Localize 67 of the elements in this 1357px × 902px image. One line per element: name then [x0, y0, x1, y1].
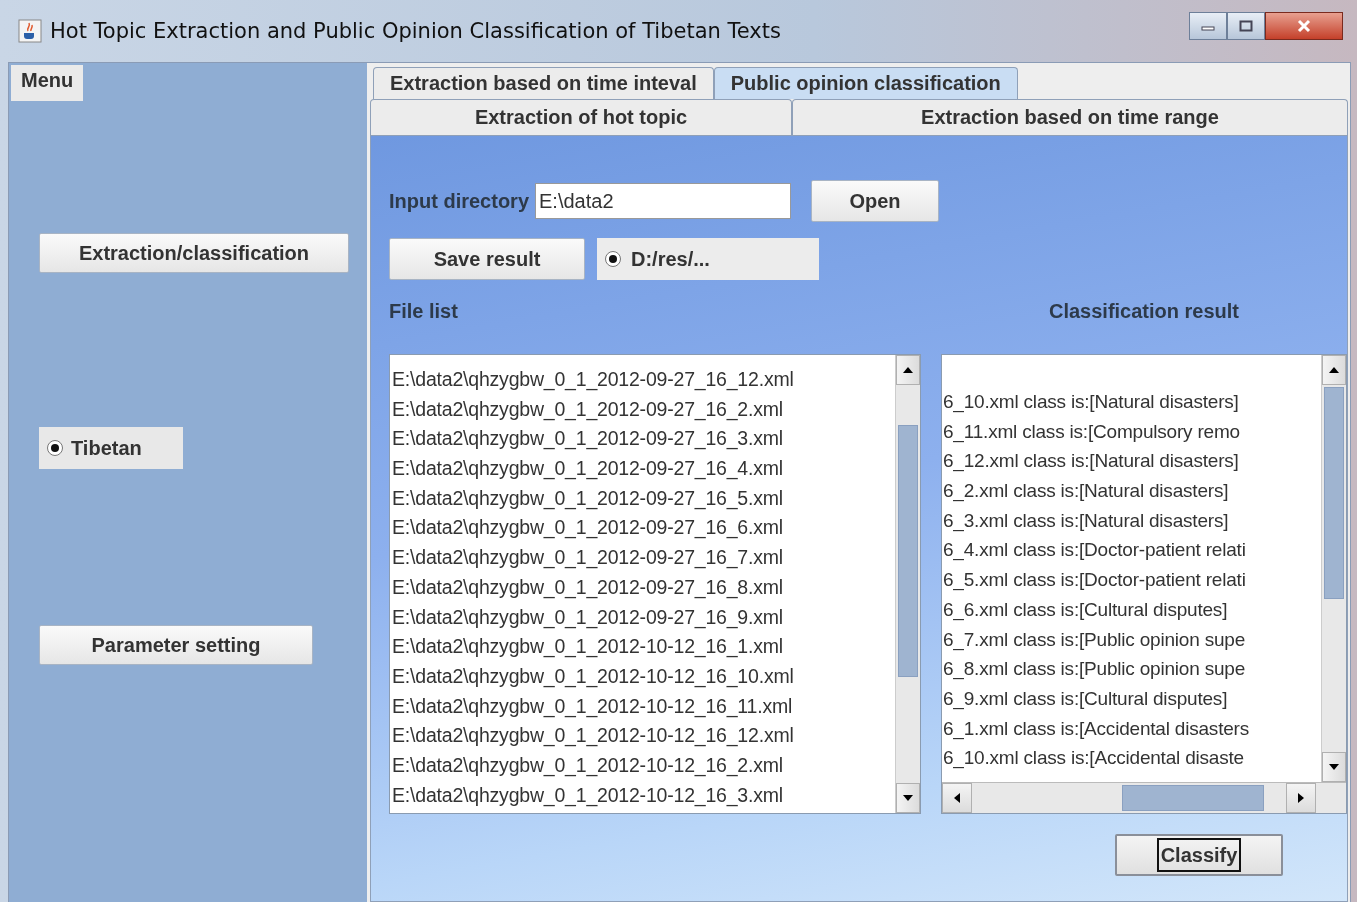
list-label: File list: [389, 300, 459, 324]
result-line: 6_10.xml class is:[Accidental disaste: [942, 746, 1245, 771]
maximize-icon: [1239, 20, 1253, 32]
classify-button[interactable]: Classify: [1115, 834, 1283, 876]
down-arrow-icon: [1328, 763, 1340, 771]
input-field[interactable]: E:\data2: [535, 183, 791, 219]
scroll-down-button[interactable]: [1322, 752, 1346, 782]
list-item[interactable]: E:\data2\qhzygbw_0_1_2012-09-27_16_12.xml: [390, 365, 895, 395]
open-button[interactable]: Open: [811, 180, 939, 222]
scroll-left-button[interactable]: [942, 783, 972, 813]
list-item[interactable]: E:\data2\qhzygbw_0_1_2012-09-27_16_7.xml: [390, 543, 895, 573]
result-line: 6_6.xml class is:[Cultural disputes]: [942, 597, 1229, 623]
list-item[interactable]: E:\data2\qhzygbw_0_1_2012-10-12_16_1.xml: [390, 632, 895, 662]
scrollbar[interactable]: [895, 355, 920, 813]
list-item[interactable]: E:\data2\qhzygbw_0_1_2012-10-12_16_2.xml: [390, 750, 895, 781]
sidebar-button[interactable]: Parameter setting: [39, 625, 313, 665]
result-line: 6_1.xml class is:[Accidental disasters: [942, 716, 1251, 742]
field-label: Input directory: [389, 189, 529, 213]
list-item[interactable]: E:\data2\qhzygbw_0_1_2012-10-12_16_11.xml: [390, 691, 895, 722]
tab[interactable]: Public opinion classification: [713, 67, 1018, 99]
result-line: 6_7.xml class is:[Public opinion supe: [942, 627, 1247, 653]
result-line: 6_5.xml class is:[Doctor-patient relati: [942, 568, 1247, 593]
save-button[interactable]: Save result: [389, 238, 585, 280]
result-line: 6_10.xml class is:[Natural disasters]: [942, 390, 1240, 415]
cup-icon: [18, 19, 42, 43]
tab[interactable]: Extraction based on time inteval: [373, 67, 714, 99]
scroll-thumb[interactable]: [1122, 785, 1264, 811]
scroll-up-button[interactable]: [896, 355, 920, 385]
close-button[interactable]: [1265, 12, 1343, 40]
right-arrow-icon: [1297, 792, 1305, 804]
result-line: 6_3.xml class is:[Natural disasters]: [942, 508, 1230, 534]
up-arrow-icon: [1328, 366, 1340, 374]
list-item[interactable]: E:\data2\qhzygbw_0_1_2012-09-27_16_8.xml: [390, 572, 895, 603]
scroll-right-button[interactable]: [1286, 783, 1316, 813]
list-item[interactable]: E:\data2\qhzygbw_0_1_2012-09-27_16_2.xml: [390, 394, 895, 425]
down-arrow-icon: [902, 794, 914, 802]
result-line: 6_9.xml class is:[Cultural disputes]: [942, 686, 1229, 712]
result-line: 6_12.xml class is:[Natural disasters]: [942, 449, 1240, 474]
result-line: 6_2.xml class is:[Natural disasters]: [942, 479, 1230, 504]
minimize-button[interactable]: [1189, 12, 1227, 40]
scroll-thumb[interactable]: [898, 425, 918, 677]
window-title: Hot Topic Extraction and Public Opinion Classification of Tibetan Texts: [50, 19, 781, 43]
left-arrow-icon: [953, 792, 961, 804]
tab[interactable]: Extraction based on time range: [792, 99, 1348, 135]
radio-button[interactable]: D:/res/...: [597, 238, 819, 280]
scroll-thumb[interactable]: [1324, 387, 1344, 599]
list-label: Classification result: [1048, 300, 1240, 324]
list-item[interactable]: E:\data2\qhzygbw_0_1_2012-10-12_16_12.xml: [390, 721, 895, 751]
scroll-up-button[interactable]: [1322, 355, 1346, 385]
list-item[interactable]: E:\data2\qhzygbw_0_1_2012-09-27_16_4.xml: [390, 454, 895, 484]
tab[interactable]: Extraction of hot topic: [370, 99, 792, 135]
result-line: 6_11.xml class is:[Compulsory remo: [942, 419, 1241, 445]
scroll-down-button[interactable]: [896, 783, 920, 813]
up-arrow-icon: [902, 366, 914, 374]
close-icon: [1296, 19, 1312, 33]
list-item[interactable]: E:\data2\qhzygbw_0_1_2012-10-12_16_10.xml: [390, 661, 895, 692]
result-line: 6_4.xml class is:[Doctor-patient relati: [942, 538, 1247, 563]
list-item[interactable]: E:\data2\qhzygbw_0_1_2012-10-12_16_3.xml: [390, 780, 895, 811]
radio-button[interactable]: Tibetan: [39, 427, 183, 469]
list-item[interactable]: E:\data2\qhzygbw_0_1_2012-09-27_16_6.xml: [390, 513, 895, 544]
list-item[interactable]: E:\data2\qhzygbw_0_1_2012-09-27_16_5.xml: [390, 483, 895, 514]
menu-button[interactable]: Menu: [11, 65, 84, 101]
maximize-button[interactable]: [1227, 12, 1265, 40]
sidebar-button[interactable]: Extraction/classification: [39, 233, 349, 273]
list-item[interactable]: E:\data2\qhzygbw_0_1_2012-09-27_16_3.xml: [390, 424, 895, 455]
list-item[interactable]: E:\data2\qhzygbw_0_1_2012-09-27_16_9.xml: [390, 602, 895, 633]
result-line: 6_8.xml class is:[Public opinion supe: [942, 657, 1247, 682]
